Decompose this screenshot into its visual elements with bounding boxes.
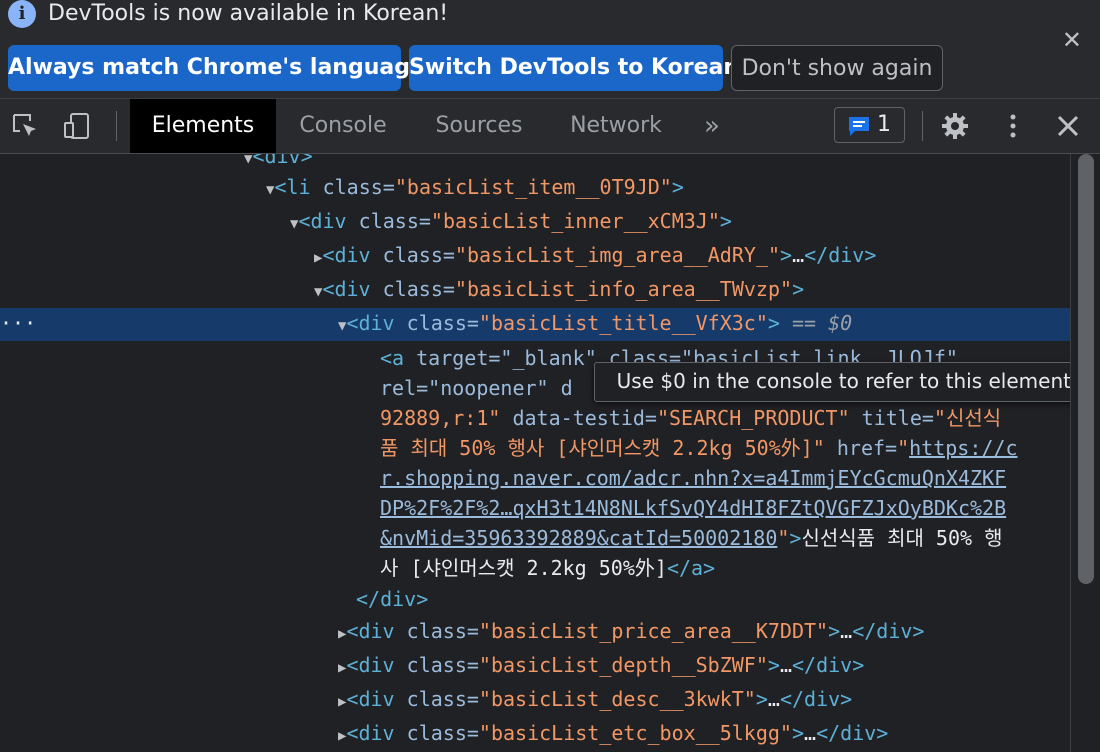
tree-node-div-title-selected[interactable]: ▼<div class="basicList_title__VfX3c"> ==… <box>338 307 852 339</box>
tree-node-div-partial[interactable]: ▼<div> <box>244 154 313 172</box>
tree-node-div-img-area[interactable]: ▶<div class="basicList_img_area__AdRY_">… <box>314 239 876 271</box>
tree-node-div-depth[interactable]: ▶<div class="basicList_depth__SbZWF">…</… <box>338 649 864 681</box>
tab-elements[interactable]: Elements <box>130 99 276 153</box>
elements-dom-tree: ▼<div> ▼<li class="basicList_item__0T9JD… <box>0 154 1070 752</box>
tree-node-a-line3: 92889,r:1" data-testid="SEARCH_PRODUCT" … <box>380 406 1002 430</box>
devtools-toolbar: Elements Console Sources Network » 1 <box>0 99 1100 154</box>
dollar-zero-tooltip: Use $0 in the console to refer to this e… <box>594 362 1100 402</box>
always-match-language-button[interactable]: Always match Chrome's language <box>8 45 425 91</box>
toolbar-divider <box>922 111 923 141</box>
scrollbar-thumb[interactable] <box>1078 154 1094 584</box>
tree-node-div-price-area[interactable]: ▶<div class="basicList_price_area__K7DDT… <box>338 615 924 647</box>
tree-scrollbar[interactable] <box>1070 154 1100 752</box>
tree-node-a-line7[interactable]: &nvMid=35963392889&catId=50002180">신선식품 … <box>380 522 1003 554</box>
switch-to-korean-button[interactable]: Switch DevTools to Korean <box>409 45 739 91</box>
tab-sources[interactable]: Sources <box>420 99 538 153</box>
tree-node-div-inner[interactable]: ▼<div class="basicList_inner__xCM3J"> <box>290 205 732 237</box>
infobar-message: DevTools is now available in Korean! <box>48 1 449 26</box>
tab-network[interactable]: Network <box>560 99 672 153</box>
more-tabs-chevron-icon[interactable]: » <box>692 99 732 153</box>
issues-message-icon <box>849 117 869 136</box>
tree-node-div-close[interactable]: </div> <box>356 583 428 615</box>
more-options-kebab-icon[interactable] <box>998 111 1028 141</box>
tree-node-a-line5[interactable]: r.shopping.naver.com/adcr.nhn?x=a4ImmjEY… <box>380 462 1006 494</box>
tree-node-a-line8: 사 [샤인머스캣 2.2kg 50%外]</a> <box>380 556 716 580</box>
info-icon: i <box>8 0 36 28</box>
row-more-actions[interactable]: ··· <box>0 307 36 339</box>
settings-gear-icon[interactable] <box>940 111 970 141</box>
tree-node-a-line6[interactable]: DP%2F%2F%2…qxH3t14N8NLkfSvQY4dHI8FZtQVGF… <box>380 492 1006 524</box>
device-toolbar-icon[interactable] <box>62 111 92 141</box>
tree-node-div-desc[interactable]: ▶<div class="basicList_desc__3kwkT">…</d… <box>338 683 852 715</box>
language-infobar: i DevTools is now available in Korean! A… <box>0 0 1100 99</box>
issues-count: 1 <box>877 112 891 137</box>
href-link[interactable]: https://c <box>909 436 1017 460</box>
tree-node-li[interactable]: ▼<li class="basicList_item__0T9JD"> <box>266 171 684 203</box>
dont-show-again-button[interactable]: Don't show again <box>731 45 943 91</box>
issues-counter-button[interactable]: 1 <box>834 107 905 143</box>
tree-node-a-line4: 품 최대 50% 행사 [샤인머스캣 2.2kg 50%外]" href="ht… <box>380 436 1018 460</box>
tree-node-div-etc-box[interactable]: ▶<div class="basicList_etc_box__5lkgg">…… <box>338 717 888 749</box>
close-devtools-icon[interactable] <box>1053 111 1083 141</box>
inspect-element-icon[interactable] <box>10 111 40 141</box>
close-icon[interactable]: ✕ <box>1062 26 1082 54</box>
tab-console[interactable]: Console <box>286 99 400 153</box>
toolbar-divider <box>116 111 117 141</box>
tree-node-a-line2: rel="noopener" d <box>380 376 573 400</box>
tree-node-div-info-area[interactable]: ▼<div class="basicList_info_area__TWvzp"… <box>314 273 804 305</box>
